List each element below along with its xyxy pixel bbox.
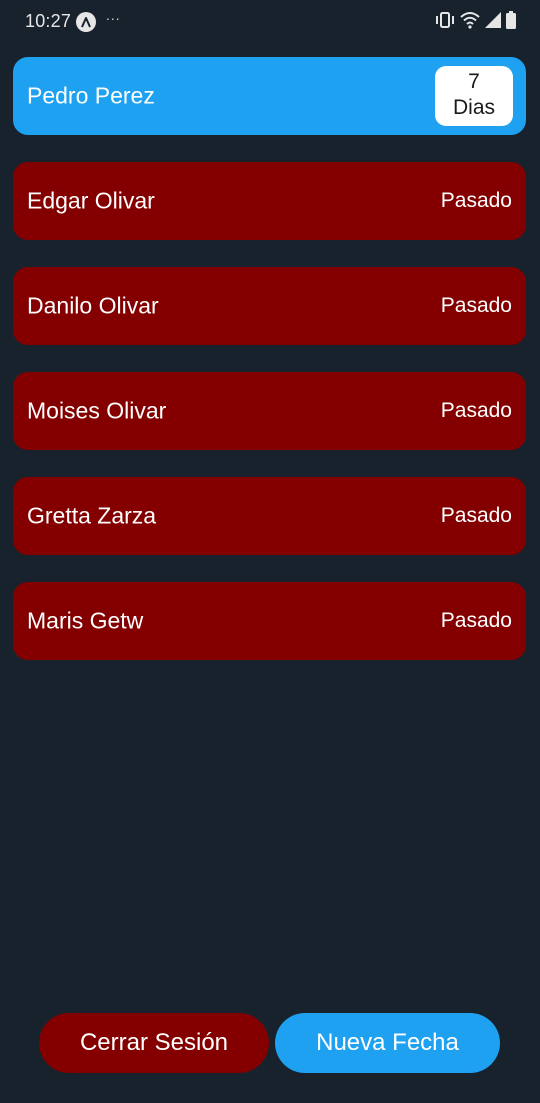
status-time: 10:27 — [25, 11, 72, 31]
vibrate-icon — [435, 11, 455, 34]
wifi-icon — [460, 11, 480, 34]
status-icons — [435, 10, 516, 34]
appointment-status: Pasado — [440, 189, 512, 212]
signal-icon — [485, 11, 501, 33]
appointment-item-upcoming[interactable]: Pedro Perez 7 Dias — [13, 57, 526, 135]
appointment-item-past[interactable]: Moises Olivar Pasado — [13, 372, 526, 450]
appointment-item-past[interactable]: Gretta Zarza Pasado — [13, 477, 526, 555]
appointment-name: Moises Olivar — [27, 397, 167, 424]
appointment-status: Pasado — [440, 504, 512, 527]
days-remaining-badge: 7 Dias — [435, 66, 513, 126]
more-notifications-icon: ∙∙∙ — [106, 10, 121, 26]
days-remaining-number: 7 — [468, 70, 480, 93]
logout-button[interactable]: Cerrar Sesión — [39, 1013, 269, 1073]
appointment-status: Pasado — [440, 294, 512, 317]
appointment-status: Pasado — [440, 399, 512, 422]
status-bar: 10:27 ∙∙∙ — [0, 0, 540, 44]
appointment-item-past[interactable]: Maris Getw Pasado — [13, 582, 526, 660]
appointment-status: Pasado — [440, 609, 512, 632]
appointment-name: Maris Getw — [27, 607, 144, 634]
days-remaining-unit: Dias — [452, 96, 495, 119]
appointment-name: Edgar Olivar — [27, 187, 155, 214]
new-date-button[interactable]: Nueva Fecha — [275, 1013, 500, 1073]
appointment-name: Gretta Zarza — [27, 502, 157, 529]
appointment-name: Danilo Olivar — [27, 292, 159, 319]
appointment-item-past[interactable]: Edgar Olivar Pasado — [13, 162, 526, 240]
appointment-item-past[interactable]: Danilo Olivar Pasado — [13, 267, 526, 345]
appointment-name: Pedro Perez — [27, 82, 155, 109]
app-notification-icon — [76, 12, 96, 32]
battery-icon — [506, 10, 516, 34]
